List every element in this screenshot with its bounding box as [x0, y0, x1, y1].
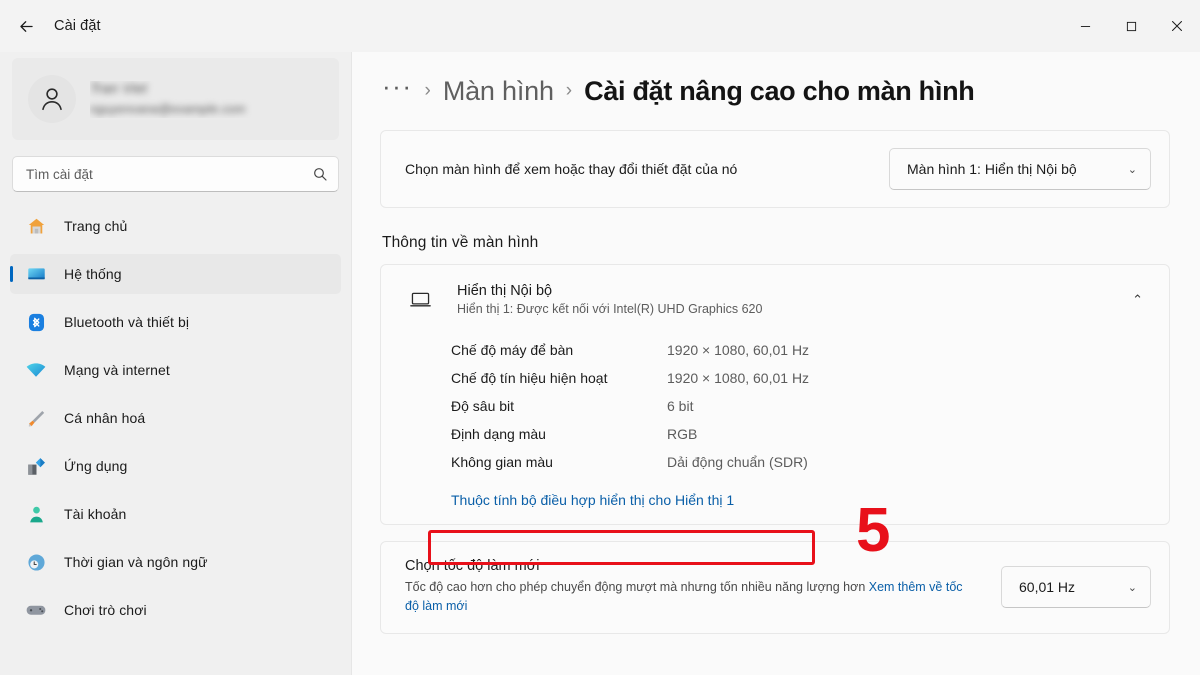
refresh-rate-text: Chọn tốc độ làm mới Tốc độ cao hơn cho p…	[405, 558, 1001, 617]
bluetooth-icon	[24, 310, 48, 334]
user-name: Tran Viet	[90, 81, 323, 98]
home-icon	[24, 214, 48, 238]
avatar	[28, 75, 76, 123]
account-icon	[24, 502, 48, 526]
display-name: Hiển thị Nội bộ	[457, 283, 1132, 299]
spec-key: Độ sâu bit	[451, 398, 667, 414]
spec-value: RGB	[667, 426, 697, 442]
chevron-down-icon: ⌄	[1128, 163, 1137, 176]
sidebar-item-ung-dung[interactable]: Ứng dụng	[10, 446, 341, 486]
user-profile[interactable]: Tran Viet nguyenvana@example.com	[12, 58, 339, 140]
sidebar-item-label: Bluetooth và thiết bị	[64, 314, 189, 330]
settings-window: Cài đặt	[0, 0, 1200, 675]
sidebar-item-label: Tài khoản	[64, 506, 126, 522]
refresh-rate-title: Chọn tốc độ làm mới	[405, 558, 979, 574]
spec-row: Chế độ tín hiệu hiện hoạt 1920 × 1080, 6…	[451, 364, 1169, 392]
search-box[interactable]	[12, 156, 339, 192]
search-input[interactable]	[26, 167, 312, 182]
spec-row: Độ sâu bit 6 bit	[451, 392, 1169, 420]
page-title: Cài đặt nâng cao cho màn hình	[584, 76, 974, 107]
laptop-display-icon	[405, 288, 435, 311]
spec-value: 6 bit	[667, 398, 693, 414]
sidebar-item-mang-internet[interactable]: Mạng và internet	[10, 350, 341, 390]
app-title: Cài đặt	[54, 18, 101, 34]
sidebar-item-label: Cá nhân hoá	[64, 410, 145, 426]
monitor-select-dropdown[interactable]: Màn hình 1: Hiển thị Nội bộ ⌄	[889, 148, 1151, 190]
minimize-icon	[1080, 21, 1091, 32]
spec-value: 1920 × 1080, 60,01 Hz	[667, 370, 809, 386]
sidebar-item-label: Ứng dụng	[64, 458, 127, 474]
display-info-text: Hiển thị Nội bộ Hiển thị 1: Được kết nối…	[457, 283, 1132, 316]
refresh-rate-card: Chọn tốc độ làm mới Tốc độ cao hơn cho p…	[380, 541, 1170, 634]
chevron-down-icon: ⌄	[1128, 581, 1137, 594]
sidebar-item-choi-tro-choi[interactable]: Chơi trò chơi	[10, 590, 341, 630]
sidebar-item-tai-khoan[interactable]: Tài khoản	[10, 494, 341, 534]
window-body: Tran Viet nguyenvana@example.com	[0, 52, 1200, 675]
monitor-select-card: Chọn màn hình để xem hoặc thay đổi thiết…	[380, 130, 1170, 208]
paintbrush-icon	[24, 406, 48, 430]
sidebar-item-label: Thời gian và ngôn ngữ	[64, 554, 208, 570]
sidebar-item-trang-chu[interactable]: Trang chủ	[10, 206, 341, 246]
sidebar-item-label: Chơi trò chơi	[64, 602, 147, 618]
spec-row: Chế độ máy để bàn 1920 × 1080, 60,01 Hz	[451, 336, 1169, 364]
sidebar-item-ca-nhan-hoa[interactable]: Cá nhân hoá	[10, 398, 341, 438]
apps-icon	[24, 454, 48, 478]
display-info-card: Hiển thị Nội bộ Hiển thị 1: Được kết nối…	[380, 264, 1170, 525]
maximize-icon	[1126, 21, 1137, 32]
arrow-left-icon	[17, 17, 36, 36]
sidebar-nav: Trang chủ Hệ thống	[10, 204, 341, 675]
breadcrumb-overflow-button[interactable]: ···	[382, 73, 412, 99]
sidebar-item-label: Mạng và internet	[64, 362, 170, 378]
spec-row: Không gian màu Dải động chuẩn (SDR)	[451, 448, 1169, 476]
chevron-up-icon[interactable]: ⌃	[1132, 292, 1149, 308]
person-icon	[37, 84, 67, 114]
sidebar-item-he-thong[interactable]: Hệ thống	[10, 254, 341, 294]
user-email: nguyenvana@example.com	[90, 102, 323, 118]
display-info-header[interactable]: Hiển thị Nội bộ Hiển thị 1: Được kết nối…	[381, 265, 1169, 332]
back-button[interactable]	[8, 10, 44, 42]
spec-value: Dải động chuẩn (SDR)	[667, 454, 808, 470]
spec-key: Định dạng màu	[451, 426, 667, 442]
wifi-icon	[24, 358, 48, 382]
display-adapter-properties-link[interactable]: Thuộc tính bộ điều hợp hiển thị cho Hiển…	[451, 492, 734, 508]
display-connection: Hiển thị 1: Được kết nối với Intel(R) UH…	[457, 302, 1132, 316]
maximize-button[interactable]	[1108, 0, 1154, 52]
display-spec-list: Chế độ máy để bàn 1920 × 1080, 60,01 Hz …	[381, 332, 1169, 486]
spec-row: Định dạng màu RGB	[451, 420, 1169, 448]
minimize-button[interactable]	[1062, 0, 1108, 52]
search-icon	[312, 166, 328, 182]
adapter-link-row: Thuộc tính bộ điều hợp hiển thị cho Hiển…	[381, 486, 1169, 524]
spec-key: Chế độ máy để bàn	[451, 342, 667, 358]
close-button[interactable]	[1154, 0, 1200, 52]
sidebar-item-label: Hệ thống	[64, 266, 122, 282]
main-content: ··· › Màn hình › Cài đặt nâng cao cho mà…	[352, 52, 1200, 675]
close-icon	[1171, 20, 1183, 32]
spec-key: Chế độ tín hiệu hiện hoạt	[451, 370, 667, 386]
refresh-rate-dropdown[interactable]: 60,01 Hz ⌄	[1001, 566, 1151, 608]
title-bar: Cài đặt	[0, 0, 1200, 52]
system-monitor-icon	[24, 262, 48, 286]
monitor-select-label: Chọn màn hình để xem hoặc thay đổi thiết…	[405, 161, 889, 177]
sidebar-item-label: Trang chủ	[64, 218, 127, 234]
display-info-section-title: Thông tin về màn hình	[382, 234, 1170, 252]
profile-text: Tran Viet nguyenvana@example.com	[90, 81, 323, 118]
refresh-rate-value: 60,01 Hz	[1019, 579, 1075, 595]
spec-value: 1920 × 1080, 60,01 Hz	[667, 342, 809, 358]
breadcrumb-separator: ›	[424, 80, 430, 102]
sidebar-item-bluetooth[interactable]: Bluetooth và thiết bị	[10, 302, 341, 342]
window-controls	[1062, 0, 1200, 52]
breadcrumb: ··· › Màn hình › Cài đặt nâng cao cho mà…	[380, 52, 1170, 130]
breadcrumb-separator: ›	[566, 80, 572, 102]
monitor-select-value: Màn hình 1: Hiển thị Nội bộ	[907, 161, 1077, 177]
gamepad-icon	[24, 598, 48, 622]
refresh-rate-desc-text: Tốc độ cao hơn cho phép chuyển động mượt…	[405, 580, 869, 594]
clock-globe-icon	[24, 550, 48, 574]
refresh-rate-description: Tốc độ cao hơn cho phép chuyển động mượt…	[405, 578, 979, 617]
breadcrumb-parent-link[interactable]: Màn hình	[443, 76, 554, 107]
spec-key: Không gian màu	[451, 454, 667, 470]
sidebar: Tran Viet nguyenvana@example.com	[0, 52, 352, 675]
sidebar-item-thoi-gian-ngon-ngu[interactable]: Thời gian và ngôn ngữ	[10, 542, 341, 582]
